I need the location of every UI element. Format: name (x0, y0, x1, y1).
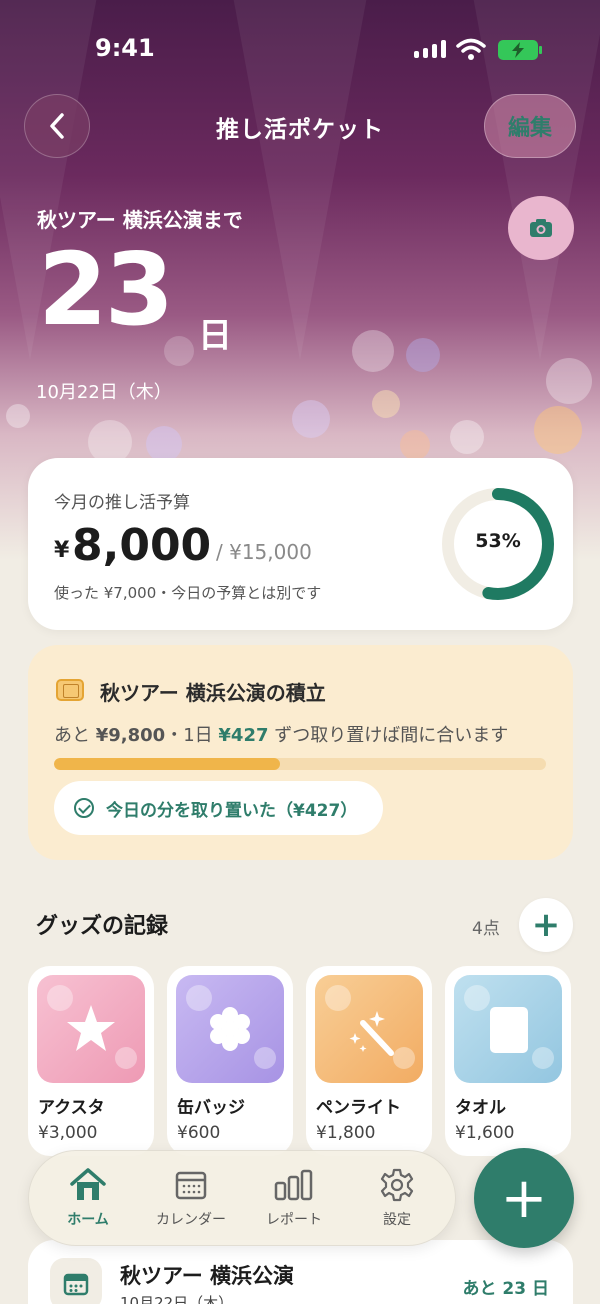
budget-currency: ¥ (54, 538, 70, 563)
add-goods-button[interactable]: + (519, 898, 573, 952)
goods-thumbnail (454, 975, 562, 1083)
budget-note: 使った ¥7,000・今日の予算とは別です (54, 584, 322, 602)
tab-settings[interactable]: 設定 (347, 1165, 447, 1229)
savings-card: 秋ツアー 横浜公演の積立 あと ¥9,800・1日 ¥427 ずつ取り置けば間に… (28, 645, 573, 860)
event-card-date: 10月22日（木） (120, 1294, 234, 1304)
status-time: 9:41 (95, 34, 155, 62)
tab-calendar[interactable]: カレンダー (141, 1165, 241, 1229)
tab-home[interactable]: ホーム (38, 1165, 138, 1229)
star-icon (67, 1005, 115, 1051)
savings-progress-fill (54, 758, 281, 770)
camera-button[interactable] (508, 196, 574, 260)
budget-card[interactable]: 今月の推し活予算 ¥ 8,000 / ¥15,000 使った ¥7,000・今日… (28, 458, 573, 630)
camera-icon (530, 219, 552, 237)
calendar-icon (175, 1171, 207, 1200)
goods-count: 4点 (472, 919, 500, 939)
budget-total: / ¥15,000 (216, 540, 312, 564)
set-aside-today-button[interactable]: 今日の分を取り置いた（¥427） (54, 781, 384, 835)
event-days-remaining: あと 23 日 (462, 1279, 550, 1299)
wand-icon (349, 1011, 394, 1056)
days-remaining: 23 (38, 231, 174, 348)
upcoming-event-card[interactable]: 秋ツアー 横浜公演 10月22日（木） あと 23 日 (28, 1240, 573, 1304)
bottom-tab-bar: ホーム カレンダー レポート 設定 (28, 1150, 456, 1246)
budget-percent: 53% (475, 530, 521, 552)
tab-report[interactable]: レポート (244, 1165, 344, 1229)
goods-item[interactable]: 缶バッジ ¥600 (167, 966, 293, 1156)
goods-list: アクスタ ¥3,000 缶バッジ ¥600 ペンライト ¥1,800 タオル ¥… (28, 966, 600, 1156)
status-bar: 9:41 (0, 28, 600, 68)
budget-title: 今月の推し活予算 (54, 493, 190, 513)
report-icon (274, 1169, 313, 1201)
add-fab-button[interactable]: + (474, 1148, 574, 1248)
check-circle-icon (74, 798, 94, 818)
event-title: 秋ツアー 横浜公演 (120, 1264, 295, 1288)
countdown-label: 秋ツアー 横浜公演まで (37, 208, 243, 232)
goods-thumbnail (37, 975, 145, 1083)
goods-item[interactable]: タオル ¥1,600 (445, 966, 571, 1156)
goods-item[interactable]: アクスタ ¥3,000 (28, 966, 154, 1156)
goods-thumbnail (315, 975, 423, 1083)
days-unit: 日 (198, 316, 232, 356)
calendar-icon (50, 1258, 102, 1304)
battery-icon (498, 40, 542, 60)
goods-section-title: グッズの記録 (36, 914, 169, 939)
ticket-icon (56, 679, 84, 701)
event-date: 10月22日（木） (36, 382, 172, 403)
edit-button[interactable]: 編集 (484, 94, 576, 158)
gear-icon (380, 1168, 414, 1202)
goods-thumbnail (176, 975, 284, 1083)
cellular-signal-icon (414, 40, 446, 58)
savings-progress-bar (54, 758, 546, 770)
badge-icon (210, 1007, 250, 1051)
savings-text: あと ¥9,800・1日 ¥427 ずつ取り置けば間に合います (54, 725, 509, 746)
towel-icon (490, 1007, 528, 1053)
home-icon (70, 1168, 106, 1200)
wifi-icon (456, 38, 486, 60)
goods-item[interactable]: ペンライト ¥1,800 (306, 966, 432, 1156)
savings-title: 秋ツアー 横浜公演の積立 (100, 681, 326, 705)
budget-remaining: 8,000 (72, 520, 212, 571)
